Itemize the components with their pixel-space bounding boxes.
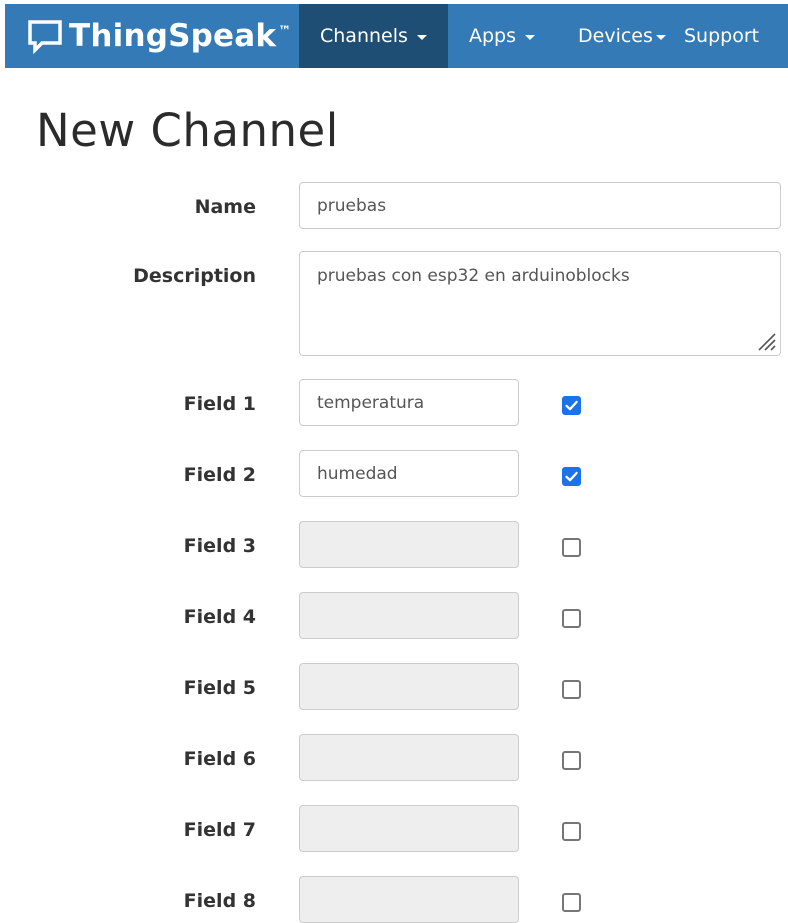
field-7-input[interactable] — [299, 805, 519, 852]
field-3-checkbox[interactable] — [562, 538, 581, 557]
field-5-label: Field 5 — [183, 677, 256, 699]
nav-apps-label: Apps — [469, 25, 517, 47]
chat-bubble-icon — [26, 17, 64, 55]
field-1-input[interactable]: temperatura — [299, 379, 519, 426]
checkmark-icon — [565, 471, 578, 482]
nav-apps-dropdown[interactable]: Apps — [448, 4, 556, 68]
nav-devices-label: Devices — [578, 25, 653, 47]
field-4-input[interactable] — [299, 592, 519, 639]
field-8-label: Field 8 — [183, 890, 256, 912]
field-7-label: Field 7 — [183, 819, 256, 841]
field-2-checkbox[interactable] — [562, 467, 581, 486]
field-6-checkbox[interactable] — [562, 751, 581, 770]
description-label: Description — [133, 265, 256, 287]
trademark-mark: ™ — [278, 23, 292, 39]
top-navbar: ThingSpeak ™ Channels Apps Devices Suppor… — [5, 4, 788, 68]
nav-devices-dropdown[interactable]: Devices — [556, 4, 666, 68]
field-6-label: Field 6 — [183, 748, 256, 770]
brand-logo-link[interactable]: ThingSpeak ™ — [5, 4, 299, 68]
field-5-checkbox[interactable] — [562, 680, 581, 699]
field-3-input[interactable] — [299, 521, 519, 568]
checkmark-icon — [565, 400, 578, 411]
field-6-input[interactable] — [299, 734, 519, 781]
field-4-checkbox[interactable] — [562, 609, 581, 628]
description-textarea[interactable]: pruebas con esp32 en arduinoblocks — [299, 251, 781, 356]
name-label: Name — [194, 196, 256, 218]
field-8-checkbox[interactable] — [562, 893, 581, 912]
brand-name: ThingSpeak ™ — [69, 18, 292, 54]
name-input[interactable]: pruebas — [299, 182, 781, 229]
description-text: pruebas con esp32 en arduinoblocks — [317, 266, 630, 286]
field-3-label: Field 3 — [183, 535, 256, 557]
field-5-input[interactable] — [299, 663, 519, 710]
field-1-label: Field 1 — [183, 393, 256, 415]
nav-channels-dropdown[interactable]: Channels — [299, 4, 448, 68]
field-2-label: Field 2 — [183, 464, 256, 486]
caret-down-icon — [416, 34, 427, 40]
nav-support-link[interactable]: Support — [665, 4, 759, 68]
page-title: New Channel — [36, 104, 339, 157]
field-8-input[interactable] — [299, 876, 519, 923]
resize-grip-icon[interactable] — [755, 330, 777, 352]
nav-channels-label: Channels — [320, 25, 408, 47]
field-7-checkbox[interactable] — [562, 822, 581, 841]
field-1-checkbox[interactable] — [562, 396, 581, 415]
field-4-label: Field 4 — [183, 606, 256, 628]
field-2-input[interactable]: humedad — [299, 450, 519, 497]
caret-down-icon — [525, 34, 536, 40]
nav-support-label: Support — [684, 25, 760, 47]
